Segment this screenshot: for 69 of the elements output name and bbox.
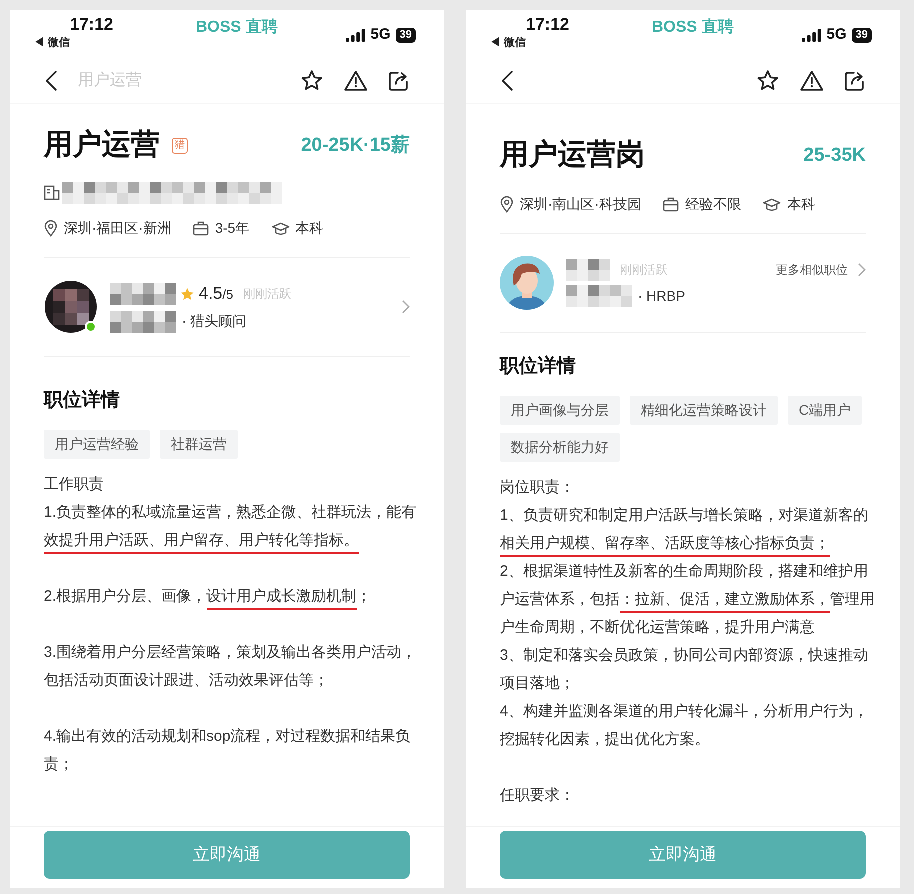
section-heading: 职位详情 xyxy=(500,354,577,379)
activity-status: 刚刚活跃 xyxy=(620,262,668,279)
description-paragraph: 3、制定和落实会员政策，协同公司内部资源，快速推动项目落地； xyxy=(500,646,870,694)
app-name: BOSS 直聘 xyxy=(652,18,734,38)
skill-tag: 社群运营 xyxy=(160,430,238,458)
job-education: 本科 xyxy=(296,219,324,238)
battery-indicator: 39 xyxy=(396,28,416,43)
status-time: 17:12 xyxy=(525,14,570,36)
description-paragraph: 1、负责研究和制定用户活跃与增长策略，对渠道新客的 相关用户规模、留存率、活跃度等核心指标负责； xyxy=(500,502,882,558)
app-name: BOSS 直聘 xyxy=(196,18,278,38)
back-icon[interactable] xyxy=(500,70,514,92)
headhunter-badge: 猎 xyxy=(172,138,188,154)
share-icon[interactable] xyxy=(388,70,410,92)
pixelated-block xyxy=(110,310,176,333)
star-icon[interactable] xyxy=(756,68,780,92)
description-paragraph: 2.根据用户分层、画像，设计用户成长激励机制； xyxy=(44,554,426,610)
job-location: 深圳·福田区·新洲 xyxy=(64,219,172,238)
graduation-cap-icon xyxy=(763,198,782,212)
briefcase-icon xyxy=(663,197,680,212)
battery-indicator: 39 xyxy=(852,28,872,43)
description-paragraph: 工作职责 xyxy=(44,474,105,494)
skill-tag: 用户运营经验 xyxy=(44,430,150,458)
pixelated-block xyxy=(110,283,176,305)
status-time: 17:12 xyxy=(69,14,114,36)
location-pin-icon xyxy=(500,196,514,213)
job-title: 用户运营 xyxy=(44,128,160,164)
job-education: 本科 xyxy=(787,195,816,214)
skill-tag: 数据分析能力好 xyxy=(500,432,620,462)
graduation-cap-icon xyxy=(272,222,290,236)
description-paragraph: 4.输出有效的活动规划和sop流程，对过程数据和结果负责； xyxy=(44,726,412,774)
share-icon[interactable] xyxy=(844,70,866,92)
similar-jobs-link[interactable]: 更多相似职位 xyxy=(776,261,848,279)
network-label: 5G xyxy=(370,25,391,45)
briefcase-icon xyxy=(193,221,210,236)
salary: 25-35K xyxy=(804,144,866,168)
location-pin-icon xyxy=(44,220,58,237)
star-icon xyxy=(180,286,195,302)
description-paragraph: 3.围绕着用户分层经营策略，策划及输出各类用户活动，包括活动页面设计跟进、活动效果评估等； xyxy=(44,642,418,690)
job-location: 深圳·南山区·科技园 xyxy=(520,195,642,214)
building-icon xyxy=(44,185,60,201)
pixelated-block xyxy=(566,285,632,307)
recruiter-role: · 猎头顾问 xyxy=(182,312,247,332)
description-paragraph: 4、构建并监测各渠道的用户转化漏斗，分析用户行为，挖掘转化因素，提出优化方案。 xyxy=(500,702,870,750)
skill-tag: 用户画像与分层 xyxy=(500,396,620,424)
signal-icon xyxy=(802,28,822,42)
activity-status: 刚刚活跃 xyxy=(243,286,292,303)
back-icon[interactable] xyxy=(44,70,58,92)
warning-icon[interactable] xyxy=(344,70,368,92)
description-paragraph: 任职要求： xyxy=(500,786,576,806)
pixelated-block xyxy=(566,259,610,281)
job-experience: 经验不限 xyxy=(685,195,742,214)
warning-icon[interactable] xyxy=(800,70,824,92)
description-paragraph: 1.负责整体的私域流量运营，熟悉企微、社群玩法，能有 效提升用户活跃、用户留存、用户转化等指标。 xyxy=(44,498,426,554)
recruiter-role: · HRBP xyxy=(638,286,686,306)
description-paragraph: 岗位职责： xyxy=(500,478,576,498)
skill-tag: C端用户 xyxy=(788,396,862,424)
signal-icon xyxy=(346,28,366,42)
back-to-app-link[interactable]: ◀ 微信 xyxy=(490,36,526,50)
description-paragraph: 2、根据渠道特性及新客的生命周期阶段，搭建和维护用户运营体系，包括：拉新、促活，建立激励体系，管理用户生命周期，不断优化运营策略，提升用户满意 xyxy=(500,562,876,638)
rating-score: 4.5/5 xyxy=(199,283,234,306)
section-heading: 职位详情 xyxy=(44,388,121,413)
back-to-app-link[interactable]: ◀ 微信 xyxy=(34,36,70,50)
job-title: 用户运营岗 xyxy=(500,138,645,174)
skill-tag: 精细化运营策略设计 xyxy=(630,396,778,424)
network-label: 5G xyxy=(826,25,847,45)
avatar-illustration xyxy=(500,256,554,310)
job-experience: 3-5年 xyxy=(215,219,250,238)
star-icon[interactable] xyxy=(300,68,324,92)
salary: 20-25K·15薪 xyxy=(301,134,410,158)
